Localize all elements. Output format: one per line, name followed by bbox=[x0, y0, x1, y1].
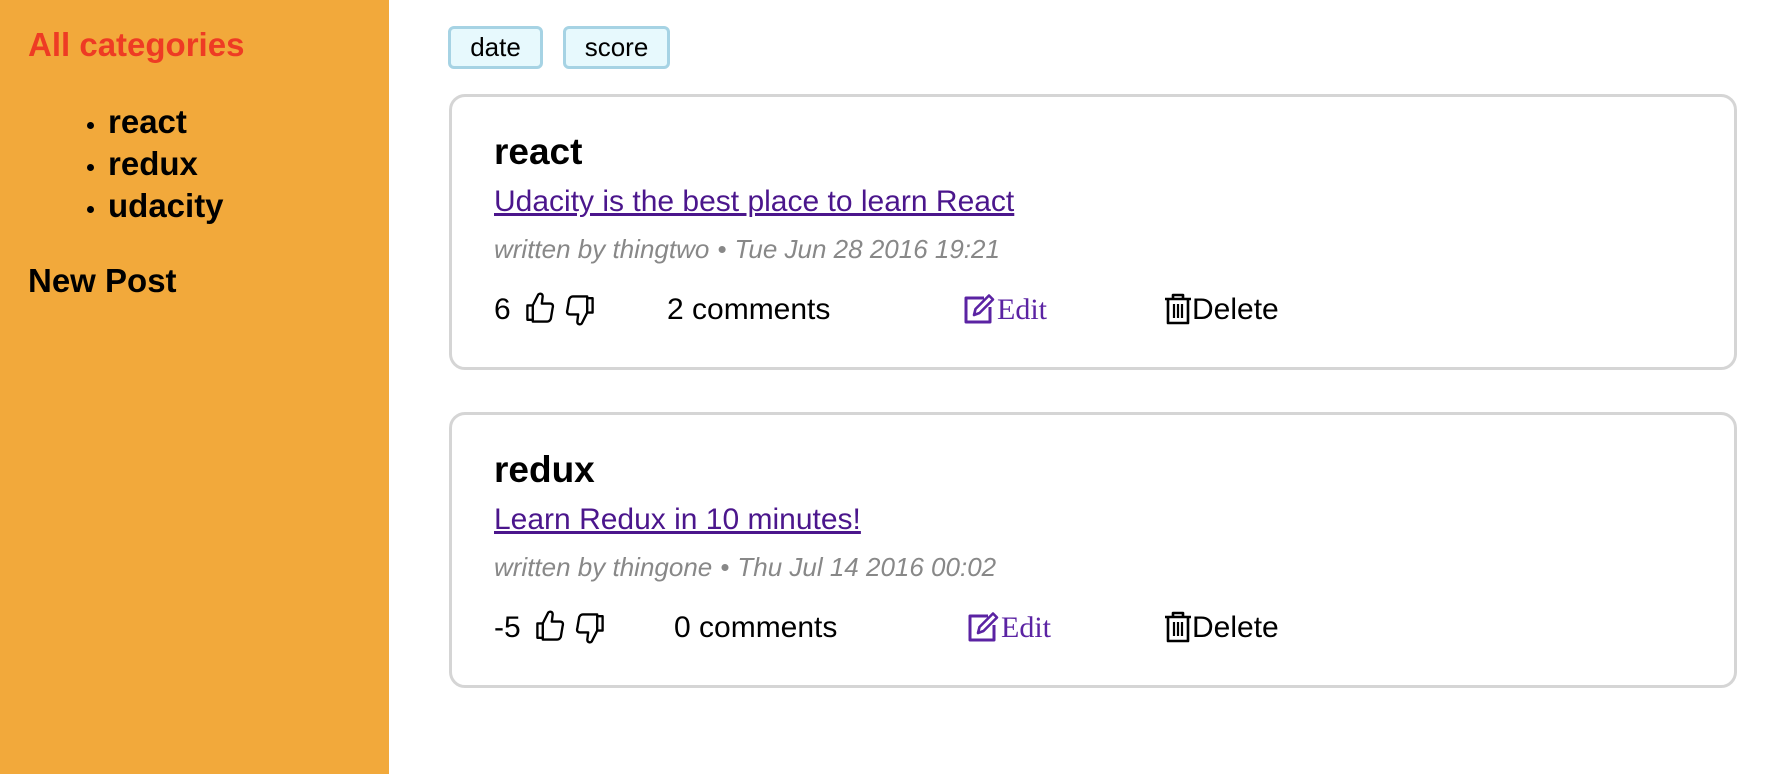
delete-label: Delete bbox=[1192, 293, 1279, 326]
post-card: redux Learn Redux in 10 minutes! written… bbox=[449, 412, 1737, 688]
post-score: -5 bbox=[494, 611, 521, 644]
post-title-link[interactable]: Udacity is the best place to learn React bbox=[494, 185, 1014, 219]
post-score: 6 bbox=[494, 293, 511, 326]
category-item-redux[interactable]: redux bbox=[108, 143, 224, 185]
thumbs-down-icon[interactable] bbox=[562, 291, 598, 327]
sidebar: All categories react redux udacity New P… bbox=[0, 0, 389, 774]
sort-by-score-button[interactable]: score bbox=[563, 26, 670, 69]
post-meta: written by thingone • Thu Jul 14 2016 00:0… bbox=[494, 552, 996, 583]
post-category: redux bbox=[494, 449, 595, 490]
thumbs-up-icon[interactable] bbox=[522, 291, 558, 327]
post-title-link[interactable]: Learn Redux in 10 minutes! bbox=[494, 503, 861, 537]
thumbs-down-icon[interactable] bbox=[572, 609, 608, 645]
meta-separator: • bbox=[720, 552, 730, 582]
thumbs-up-icon[interactable] bbox=[532, 609, 568, 645]
post-author: written by thingtwo bbox=[494, 234, 710, 264]
post-card: react Udacity is the best place to learn… bbox=[449, 94, 1737, 370]
meta-separator: • bbox=[717, 234, 727, 264]
post-meta: written by thingtwo • Tue Jun 28 2016 19:2… bbox=[494, 234, 1000, 265]
all-categories-link[interactable]: All categories bbox=[28, 26, 244, 64]
trash-icon bbox=[1165, 611, 1191, 643]
category-item-react[interactable]: react bbox=[108, 101, 224, 143]
post-comments-count[interactable]: 2 comments bbox=[667, 293, 830, 327]
delete-label: Delete bbox=[1192, 611, 1279, 644]
edit-icon bbox=[964, 294, 995, 324]
edit-label: Edit bbox=[1001, 611, 1051, 644]
category-list: react redux udacity bbox=[56, 101, 224, 227]
post-author: written by thingone bbox=[494, 552, 713, 582]
trash-icon bbox=[1165, 293, 1191, 325]
category-item-udacity[interactable]: udacity bbox=[108, 185, 224, 227]
post-comments-count[interactable]: 0 comments bbox=[674, 611, 837, 645]
edit-label: Edit bbox=[997, 293, 1047, 326]
sort-by-date-button[interactable]: date bbox=[448, 26, 543, 69]
post-date: Thu Jul 14 2016 00:02 bbox=[737, 552, 997, 582]
post-category: react bbox=[494, 131, 583, 172]
post-date: Tue Jun 28 2016 19:21 bbox=[734, 234, 1000, 264]
new-post-link[interactable]: New Post bbox=[28, 262, 177, 300]
edit-icon bbox=[968, 612, 999, 642]
